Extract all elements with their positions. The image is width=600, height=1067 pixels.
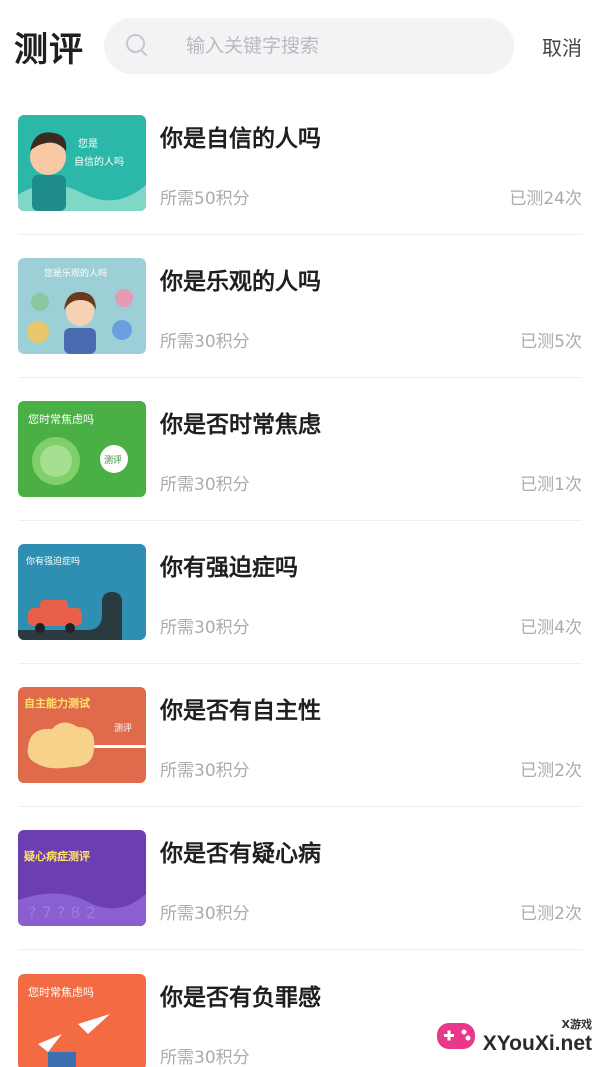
watermark: X游戏 XYouXi.net <box>433 1013 592 1059</box>
thumbnail-image: 您是乐观的人吗 <box>18 258 146 354</box>
thumbnail-image: 自主能力测试 测评 <box>18 687 146 783</box>
item-cost: 所需30积分 <box>160 332 250 352</box>
thumb-text: 自主能力测试 <box>24 696 90 710</box>
assessment-list: 您是 自信的人吗 你是自信的人吗 所需50积分 已测24次 您是乐观的人吗 你是… <box>0 92 600 1067</box>
thumb-text: 你有强迫症吗 <box>26 555 80 567</box>
search-input[interactable] <box>186 35 486 57</box>
item-title: 你是否时常焦虑 <box>160 412 321 438</box>
thumbnail-image: 您时常焦虑吗 <box>18 973 146 1067</box>
top-bar: 测评 取消 <box>0 0 600 92</box>
item-count: 已测2次 <box>520 904 582 924</box>
item-title: 你是乐观的人吗 <box>160 269 321 295</box>
list-item[interactable]: 您是 自信的人吗 你是自信的人吗 所需50积分 已测24次 <box>18 92 582 235</box>
item-count: 已测1次 <box>520 475 582 495</box>
thumbnail-image: 您是 自信的人吗 <box>18 115 146 211</box>
cancel-button[interactable]: 取消 <box>542 32 582 61</box>
thumb-text: 您时常焦虑吗 <box>28 413 94 426</box>
item-cost: 所需30积分 <box>160 904 250 924</box>
item-cost: 所需30积分 <box>160 1047 250 1067</box>
thumbnail-image: 你有强迫症吗 <box>18 544 146 640</box>
item-cost: 所需50积分 <box>160 189 250 209</box>
item-cost: 所需30积分 <box>160 475 250 495</box>
item-count: 已测4次 <box>520 618 582 638</box>
item-count: 已测5次 <box>520 332 582 352</box>
thumbnail-image: 您时常焦虑吗 测评 <box>18 401 146 497</box>
item-cost: 所需30积分 <box>160 761 250 781</box>
thumb-text: 疑心病症测评 <box>24 849 90 863</box>
thumb-text: 您是 <box>78 137 98 150</box>
thumb-text: 您是乐观的人吗 <box>44 267 107 279</box>
watermark-small: X游戏 <box>561 1018 592 1031</box>
list-item[interactable]: 你有强迫症吗 你有强迫症吗 所需30积分 已测4次 <box>18 521 582 664</box>
item-count: 已测2次 <box>520 761 582 781</box>
list-item[interactable]: 您是乐观的人吗 你是乐观的人吗 所需30积分 已测5次 <box>18 235 582 378</box>
thumb-text: 您时常焦虑吗 <box>28 986 94 999</box>
thumb-text: 测评 <box>104 455 122 466</box>
page-title: 测评 <box>14 29 84 70</box>
list-item[interactable]: 自主能力测试 测评 你是否有自主性 所需30积分 已测2次 <box>18 664 582 807</box>
item-title: 你是否有疑心病 <box>160 841 321 867</box>
search-box[interactable] <box>104 18 514 74</box>
list-item[interactable]: ? 7 ? 8 2 疑心病症测评 你是否有疑心病 所需30积分 已测2次 <box>18 807 582 950</box>
gamepad-logo-icon <box>436 1023 475 1049</box>
item-count: 已测24次 <box>509 189 582 209</box>
thumb-text: 测评 <box>114 723 132 734</box>
thumb-text: 自信的人吗 <box>74 155 124 168</box>
search-icon <box>126 34 150 58</box>
watermark-text: XYouXi.net <box>482 1032 592 1055</box>
svg-text:? 7 ? 8 2: ? 7 ? 8 2 <box>28 903 96 922</box>
item-title: 你是否有负罪感 <box>160 984 321 1011</box>
thumbnail-image: ? 7 ? 8 2 疑心病症测评 <box>18 830 146 926</box>
list-item[interactable]: 您时常焦虑吗 测评 你是否时常焦虑 所需30积分 已测1次 <box>18 378 582 521</box>
item-title: 你是自信的人吗 <box>160 126 321 152</box>
item-cost: 所需30积分 <box>160 618 250 638</box>
item-title: 你有强迫症吗 <box>160 555 298 581</box>
item-title: 你是否有自主性 <box>160 698 321 724</box>
